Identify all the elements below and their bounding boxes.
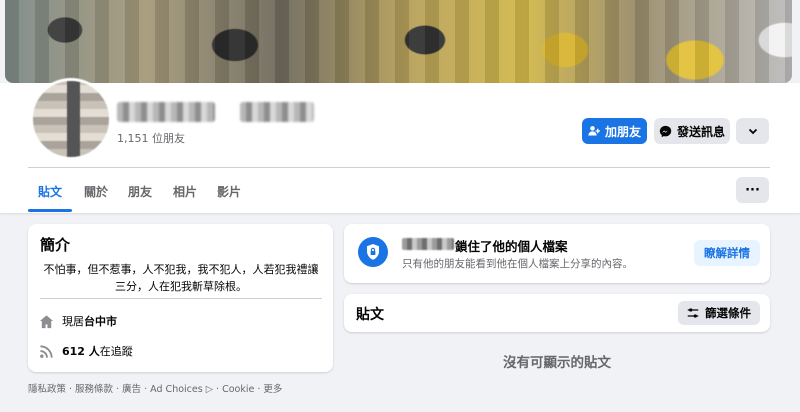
profile-name-redacted <box>240 102 314 122</box>
add-friend-label: 加朋友 <box>604 124 641 139</box>
learn-more-button[interactable]: 瞭解詳情 <box>694 240 760 266</box>
followers-suffix: 在追蹤 <box>99 345 133 358</box>
active-tab-indicator <box>28 209 72 212</box>
chevron-down-icon <box>748 128 757 135</box>
tab-about[interactable]: 關於 <box>84 183 108 200</box>
rss-icon <box>38 343 54 359</box>
filter-button[interactable]: 篩選條件 <box>678 301 760 325</box>
send-message-label: 發送訊息 <box>676 124 725 139</box>
followers-row: 612 人在追蹤 <box>38 343 133 359</box>
posts-card: 貼文 篩選條件 <box>344 294 770 332</box>
intro-title: 簡介 <box>40 236 71 254</box>
profile-name-redacted <box>117 102 215 122</box>
tab-photos[interactable]: 相片 <box>173 183 197 200</box>
home-icon <box>38 313 54 329</box>
tab-friends[interactable]: 朋友 <box>128 183 152 200</box>
locked-profile-title: 鎖住了他的個人檔案 <box>455 239 568 254</box>
tab-posts[interactable]: 貼文 <box>38 183 62 200</box>
locked-name-redacted <box>402 238 454 250</box>
intro-bio: 不怕事，但不惹事，人不犯我，我不犯人，人若犯我禮讓三分，人在犯我斬草除根。 <box>43 263 319 293</box>
intro-card: 簡介 不怕事，但不惹事，人不犯我，我不犯人，人若犯我禮讓三分，人在犯我斬草除根。… <box>28 224 333 372</box>
messenger-icon <box>659 125 672 137</box>
followers-count[interactable]: 612 人 <box>62 345 100 358</box>
lock-shield-icon <box>358 237 388 267</box>
send-message-button[interactable]: 發送訊息 <box>654 118 730 144</box>
profile-more-button[interactable] <box>736 118 769 144</box>
header-divider <box>28 167 770 168</box>
add-friend-icon <box>588 126 600 136</box>
footer-links[interactable]: 隱私政策 · 服務條款 · 廣告 · Ad Choices ▷ · Cookie… <box>28 381 282 395</box>
locked-profile-card: 鎖住了他的個人檔案 只有他的朋友能看到他在個人檔案上分享的內容。 瞭解詳情 <box>344 224 770 283</box>
cover-photo[interactable] <box>5 0 792 83</box>
empty-posts-message: 沒有可顯示的貼文 <box>503 355 611 371</box>
tabs-more-button[interactable]: ··· <box>736 177 769 203</box>
current-city-row: 現居台中市 <box>38 313 117 329</box>
locked-profile-subtitle: 只有他的朋友能看到他在個人檔案上分享的內容。 <box>402 258 633 270</box>
add-friend-button[interactable]: 加朋友 <box>582 118 647 144</box>
current-city-link[interactable]: 台中市 <box>84 315 117 328</box>
tab-videos[interactable]: 影片 <box>217 183 241 200</box>
filter-sliders-icon <box>687 308 699 318</box>
profile-avatar[interactable] <box>30 78 112 160</box>
filter-label: 篩選條件 <box>705 306 751 320</box>
friend-count[interactable]: 1,151 位朋友 <box>117 130 185 146</box>
posts-title: 貼文 <box>356 307 384 323</box>
intro-divider <box>40 298 322 299</box>
lives-prefix: 現居 <box>62 315 84 328</box>
